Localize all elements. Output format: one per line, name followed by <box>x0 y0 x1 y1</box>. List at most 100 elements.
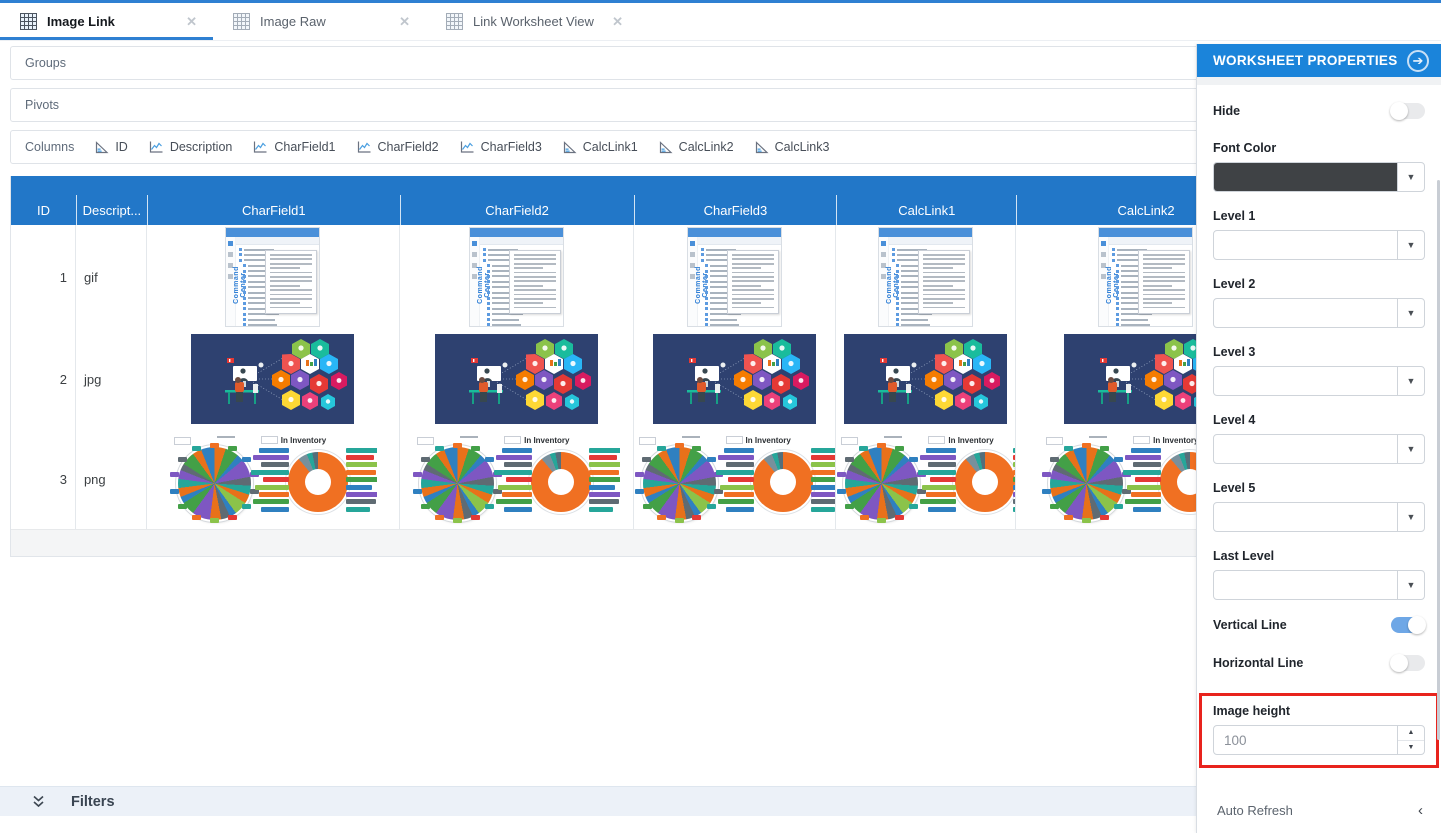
chevron-down-icon[interactable]: ▼ <box>1397 435 1424 463</box>
spin-down-icon[interactable]: ▼ <box>1398 741 1424 755</box>
pie-chart <box>1050 447 1123 520</box>
last-level-dropdown[interactable]: ▼ <box>1213 570 1425 600</box>
cell-id: 2 <box>11 329 76 429</box>
screenshot-context-menu <box>918 250 970 314</box>
hide-label: Hide <box>1213 104 1240 118</box>
column-chip-calclink1[interactable]: CalcLink1 <box>562 140 638 154</box>
font-color-dropdown[interactable]: ▼ <box>1213 162 1425 192</box>
image-thumbnail-png[interactable]: In Inventory <box>634 431 836 528</box>
cell-image-charfield1[interactable]: In Inventory <box>147 429 400 529</box>
chart-icon <box>148 140 164 154</box>
infographic-illustration <box>191 334 354 424</box>
worksheet-grid-icon <box>20 13 37 30</box>
tab-image-raw[interactable]: Image Raw✕ <box>213 3 426 40</box>
tab-image-link[interactable]: Image Link✕ <box>0 3 213 40</box>
columns-label: Columns <box>25 140 74 154</box>
image-height-value[interactable]: 100 <box>1214 726 1397 754</box>
close-tab-icon[interactable]: ✕ <box>184 14 199 30</box>
column-chip-id[interactable]: ID <box>94 140 128 154</box>
close-tab-icon[interactable]: ✕ <box>397 14 412 30</box>
cell-image-charfield2[interactable]: In Inventory <box>400 429 634 529</box>
pie-chart <box>643 447 716 520</box>
horizontal-line-toggle[interactable] <box>1391 655 1425 671</box>
level-4-dropdown[interactable]: ▼ <box>1213 434 1425 464</box>
column-chip-charfield3[interactable]: CharField3 <box>459 140 542 154</box>
image-thumbnail-jpg[interactable] <box>191 334 354 424</box>
column-header-id[interactable]: ID <box>11 195 76 225</box>
column-header-charfield2[interactable]: CharField2 <box>400 195 634 225</box>
spin-up-icon[interactable]: ▲ <box>1398 726 1424 741</box>
chevron-down-icon[interactable]: ▼ <box>1397 299 1424 327</box>
panel-section-auto-refresh[interactable]: Auto Refresh‹ <box>1213 794 1425 827</box>
table-row: 2jpg <box>11 329 1275 429</box>
donut-chart <box>531 452 591 512</box>
column-chip-calclink2[interactable]: CalcLink2 <box>658 140 734 154</box>
panel-scrollbar[interactable] <box>1437 180 1440 740</box>
column-header-calclink1[interactable]: CalcLink1 <box>836 195 1016 225</box>
chart-icon <box>459 140 475 154</box>
image-thumbnail-gif[interactable]: Command Center <box>225 227 320 327</box>
collapse-panel-arrow-icon[interactable]: ➔ <box>1407 50 1429 72</box>
cell-image-charfield3[interactable]: In Inventory <box>634 429 837 529</box>
image-thumbnail-png[interactable]: In Inventory <box>412 431 620 528</box>
cell-description: gif <box>76 225 147 329</box>
tab-link-worksheet-view[interactable]: Link Worksheet View✕ <box>426 3 639 40</box>
screenshot-context-menu <box>727 250 779 314</box>
column-chip-description[interactable]: Description <box>148 140 233 154</box>
infographic-illustration <box>435 334 598 424</box>
cell-image-charfield3[interactable] <box>634 329 837 429</box>
image-thumbnail-jpg[interactable] <box>653 334 816 424</box>
worksheet-grid-icon <box>446 13 463 30</box>
image-thumbnail-jpg[interactable] <box>435 334 598 424</box>
image-thumbnail-gif[interactable]: Command Center <box>878 227 973 327</box>
image-thumbnail-png[interactable]: In Inventory <box>169 431 377 528</box>
panel-header-strip <box>1197 77 1441 85</box>
image-thumbnail-png[interactable]: In Inventory <box>836 431 1015 528</box>
hide-toggle[interactable] <box>1391 103 1425 119</box>
image-height-label: Image height <box>1213 704 1425 718</box>
column-chip-charfield2[interactable]: CharField2 <box>356 140 439 154</box>
chart-mini-button <box>726 436 743 444</box>
screenshot-searchbar <box>698 237 781 245</box>
column-header-descript[interactable]: Descript... <box>76 195 147 225</box>
column-header-charfield1[interactable]: CharField1 <box>147 195 400 225</box>
level-5-dropdown[interactable]: ▼ <box>1213 502 1425 532</box>
chevron-down-icon[interactable]: ▼ <box>1397 163 1424 191</box>
chevron-down-icon[interactable]: ▼ <box>1397 503 1424 531</box>
column-chip-calclink3[interactable]: CalcLink3 <box>754 140 830 154</box>
cell-image-charfield2[interactable] <box>400 329 634 429</box>
vertical-line-toggle[interactable] <box>1391 617 1425 633</box>
image-thumbnail-gif[interactable]: Command Center <box>1098 227 1193 327</box>
pivots-label: Pivots <box>25 98 59 112</box>
table-header-row: IDDescript...CharField1CharField2CharFie… <box>11 176 1275 225</box>
chart-icon <box>356 140 372 154</box>
vertical-line-label: Vertical Line <box>1213 618 1287 632</box>
image-thumbnail-jpg[interactable] <box>844 334 1007 424</box>
chevron-down-icon[interactable]: ▼ <box>1397 571 1424 599</box>
column-header-charfield3[interactable]: CharField3 <box>634 195 837 225</box>
donut-chart-title: In Inventory <box>746 436 791 445</box>
cell-image-charfield2[interactable]: Command Center <box>400 225 634 329</box>
chart-mini-button <box>417 437 434 445</box>
image-thumbnail-gif[interactable]: Command Center <box>469 227 564 327</box>
chevron-down-icon[interactable]: ▼ <box>1397 367 1424 395</box>
image-thumbnail-gif[interactable]: Command Center <box>687 227 782 327</box>
screenshot-context-menu <box>509 250 561 314</box>
column-chip-charfield1[interactable]: CharField1 <box>252 140 335 154</box>
cell-image-calclink1[interactable] <box>836 329 1016 429</box>
level-3-dropdown[interactable]: ▼ <box>1213 366 1425 396</box>
close-tab-icon[interactable]: ✕ <box>610 14 625 30</box>
cell-image-charfield1[interactable]: Command Center <box>147 225 400 329</box>
cell-image-charfield1[interactable] <box>147 329 400 429</box>
screenshot-titlebar <box>688 228 781 237</box>
chart-mini-button <box>1133 436 1150 444</box>
cell-image-calclink1[interactable]: In Inventory <box>836 429 1016 529</box>
image-height-input[interactable]: 100 ▲ ▼ <box>1213 725 1425 755</box>
screenshot-searchbar <box>889 237 972 245</box>
level-1-dropdown[interactable]: ▼ <box>1213 230 1425 260</box>
cell-image-calclink1[interactable]: Command Center <box>836 225 1016 329</box>
chevron-down-icon[interactable]: ▼ <box>1397 231 1424 259</box>
level-2-dropdown[interactable]: ▼ <box>1213 298 1425 328</box>
table-row: 3png In Inventory In Inventory In Invent… <box>11 429 1275 529</box>
cell-image-charfield3[interactable]: Command Center <box>634 225 837 329</box>
